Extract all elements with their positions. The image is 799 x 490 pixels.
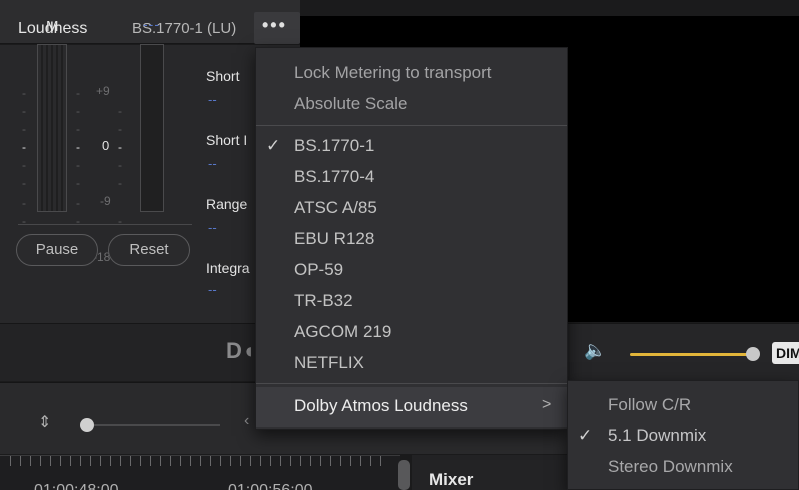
momentary-label: M: [46, 18, 59, 35]
checkmark-icon: ✓: [266, 136, 281, 155]
meter-divider: [18, 224, 192, 225]
submenu-item-stereo-downmix[interactable]: Stereo Downmix: [608, 457, 733, 477]
short-term-readout: ---: [143, 16, 160, 32]
more-options-icon: •••: [262, 15, 287, 35]
checkmark-icon: ✓: [578, 426, 593, 445]
stat-label-range: Range: [206, 196, 248, 212]
reset-button[interactable]: Reset: [108, 234, 190, 266]
options-menu-button[interactable]: •••: [254, 12, 300, 44]
short-term-meter-bar: [140, 44, 164, 212]
menu-divider: [256, 383, 567, 384]
menu-item-ebu-r128[interactable]: EBU R128: [294, 229, 374, 249]
stat-label-short: Short: [206, 68, 240, 84]
scrollbar-handle[interactable]: [398, 460, 410, 490]
dim-button[interactable]: DIM: [772, 342, 799, 364]
momentary-meter-bar: [37, 44, 67, 212]
speaker-icon[interactable]: 🔈: [584, 340, 606, 361]
timecode-label: 01:00:48:00: [34, 482, 119, 490]
chevron-left-icon[interactable]: ‹: [244, 412, 249, 430]
volume-slider-track[interactable]: [630, 353, 754, 356]
menu-item-bs1770-1[interactable]: BS.1770-1: [294, 136, 374, 156]
timecode-label: 01:00:56:00: [228, 482, 313, 490]
stepper-icon[interactable]: ⇕: [38, 412, 51, 432]
stat-label-short-integrated: Short I: [206, 132, 248, 148]
menu-item-dolby-atmos-label: Dolby Atmos Loudness: [294, 396, 468, 415]
submenu-item-51-downmix[interactable]: 5.1 Downmix: [608, 426, 706, 446]
zoom-slider-knob[interactable]: [80, 418, 94, 432]
loudness-options-menu: Lock Metering to transport Absolute Scal…: [255, 47, 568, 430]
stat-value-integrated: --: [208, 282, 217, 297]
stat-value-short: --: [208, 92, 217, 107]
scale-label: +9: [96, 84, 110, 98]
stat-value-short-integrated: --: [208, 156, 217, 171]
menu-item-agcom-219[interactable]: AGCOM 219: [294, 322, 391, 342]
submenu-item-follow-cr[interactable]: Follow C/R: [608, 395, 691, 415]
menu-item-tr-b32[interactable]: TR-B32: [294, 291, 353, 311]
dolby-atmos-submenu: Follow C/R ✓ 5.1 Downmix Stereo Downmix: [567, 380, 799, 490]
menu-item-op-59[interactable]: OP-59: [294, 260, 343, 280]
menu-divider: [256, 125, 567, 126]
scale-label: -9: [100, 194, 111, 208]
dolby-logo-icon: D◖: [226, 338, 256, 363]
zoom-slider-track[interactable]: [84, 424, 220, 426]
menu-item-lock-metering[interactable]: Lock Metering to transport: [294, 63, 491, 83]
chevron-right-icon: >: [542, 396, 552, 413]
volume-slider-knob[interactable]: [746, 347, 760, 361]
menu-item-bs1770-4[interactable]: BS.1770-4: [294, 167, 374, 187]
stat-label-integrated: Integra: [206, 260, 250, 276]
timeline-ruler: [10, 456, 390, 466]
menu-item-atsc-a85[interactable]: ATSC A/85: [294, 198, 377, 218]
menu-item-netflix[interactable]: NETFLIX: [294, 353, 364, 373]
scale-label-zero: 0: [102, 138, 110, 153]
mixer-title: Mixer: [429, 470, 474, 489]
menu-item-absolute-scale[interactable]: Absolute Scale: [294, 94, 407, 114]
pause-button[interactable]: Pause: [16, 234, 98, 266]
stat-value-range: --: [208, 220, 217, 235]
